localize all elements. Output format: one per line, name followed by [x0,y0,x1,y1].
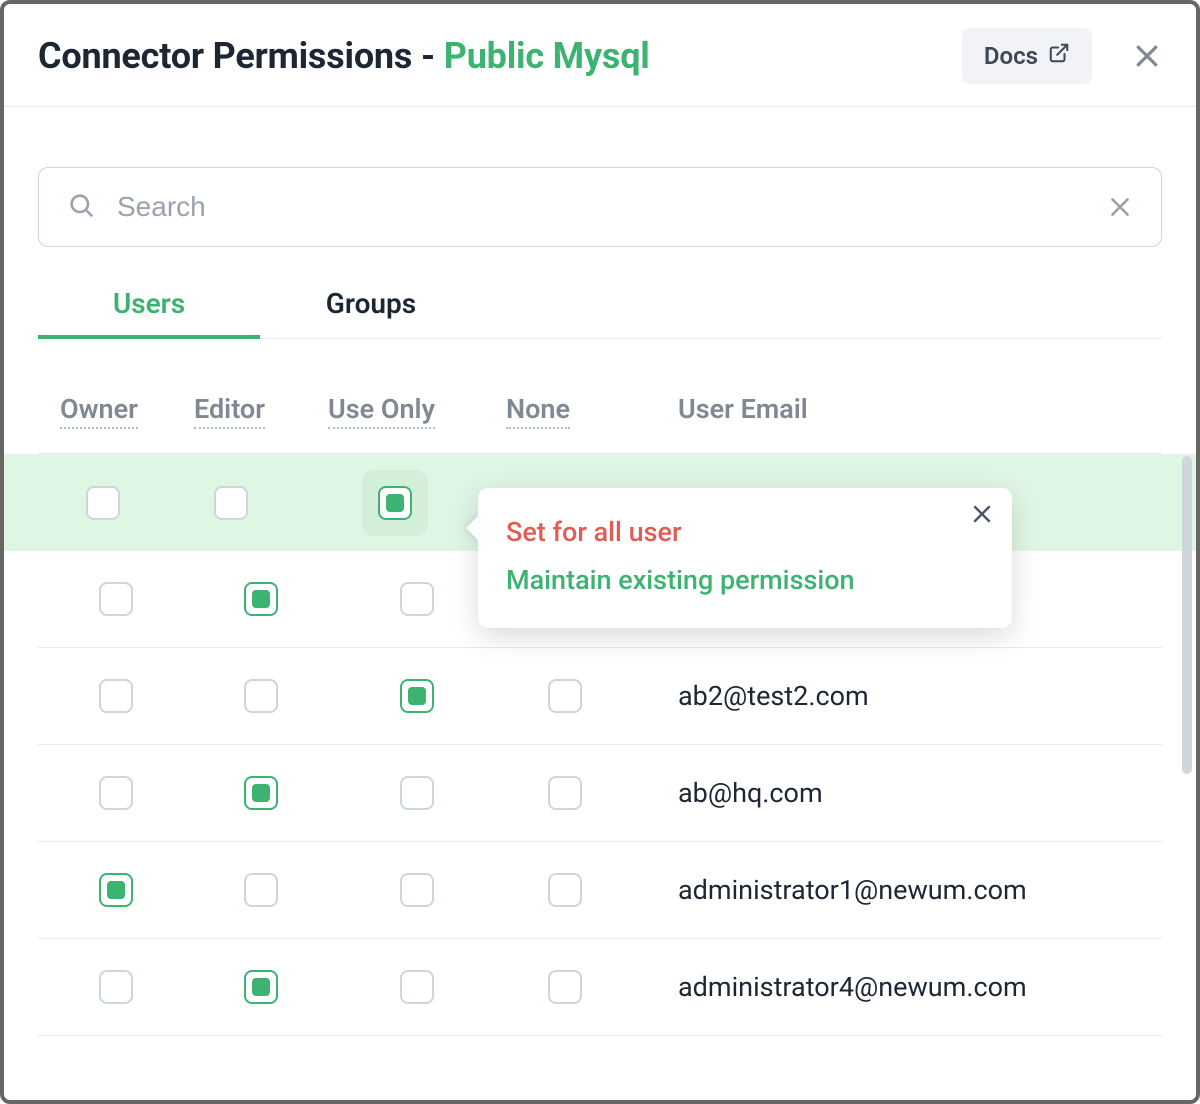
use-only-checkbox[interactable] [400,873,434,907]
editor-checkbox[interactable] [244,679,278,713]
table-row: administrator1@newum.com [38,842,1162,939]
user-email: ab2@test2.com [624,680,1162,712]
table-column-headers: Owner Editor Use Only None User Email [38,393,1162,454]
owner-checkbox[interactable] [99,582,133,616]
apply-to-all-popover: Set for all user Maintain existing permi… [478,488,1012,628]
table-row: administrator4@newum.com [38,939,1162,1036]
user-email: administrator1@newum.com [624,874,1162,906]
search-input[interactable] [115,190,1107,224]
popover-close-button[interactable] [970,502,994,526]
owner-checkbox[interactable] [99,679,133,713]
search-icon [67,191,95,223]
docs-button[interactable]: Docs [962,28,1092,84]
modal-header: Connector Permissions - Public Mysql Doc… [4,4,1196,107]
column-user-email: User Email [678,393,808,425]
owner-checkbox[interactable] [99,873,133,907]
column-editor[interactable]: Editor [194,393,265,429]
external-link-icon [1048,42,1070,70]
search-clear-button[interactable] [1107,194,1133,220]
use-only-checkbox[interactable] [400,679,434,713]
use-only-checkbox[interactable] [400,582,434,616]
scrollbar-thumb[interactable] [1182,456,1192,774]
editor-checkbox[interactable] [244,970,278,1004]
none-checkbox[interactable] [548,873,582,907]
owner-checkbox[interactable] [99,970,133,1004]
column-none[interactable]: None [506,393,570,429]
use-only-checkbox[interactable] [400,776,434,810]
docs-label: Docs [984,42,1038,70]
editor-checkbox[interactable] [244,776,278,810]
table-row: ab@hq.com [38,745,1162,842]
popover-maintain-existing[interactable]: Maintain existing permission [506,556,984,604]
connector-name: Public Mysql [444,35,650,77]
modal-title: Connector Permissions - Public Mysql [38,35,962,77]
user-email: ab@hq.com [624,777,1162,809]
popover-set-for-all[interactable]: Set for all user [506,508,984,556]
tab-users[interactable]: Users [38,287,260,338]
column-use-only[interactable]: Use Only [328,393,435,429]
table-row: ab2@test2.com [38,648,1162,745]
use-only-checkbox[interactable] [400,970,434,1004]
tab-groups[interactable]: Groups [260,287,482,338]
title-prefix: Connector Permissions - [38,35,444,77]
none-checkbox[interactable] [548,776,582,810]
editor-checkbox[interactable] [244,582,278,616]
search-box[interactable] [38,167,1162,247]
all-use-only-checkbox-wrapper [362,470,428,536]
editor-checkbox[interactable] [244,873,278,907]
all-owner-checkbox[interactable] [86,486,120,520]
close-button[interactable] [1132,41,1162,71]
user-email: administrator4@newum.com [624,971,1162,1003]
owner-checkbox[interactable] [99,776,133,810]
all-editor-checkbox[interactable] [214,486,248,520]
column-owner[interactable]: Owner [60,393,138,429]
tab-bar: Users Groups [38,287,1162,339]
none-checkbox[interactable] [548,970,582,1004]
all-use-only-checkbox[interactable] [378,486,412,520]
none-checkbox[interactable] [548,679,582,713]
